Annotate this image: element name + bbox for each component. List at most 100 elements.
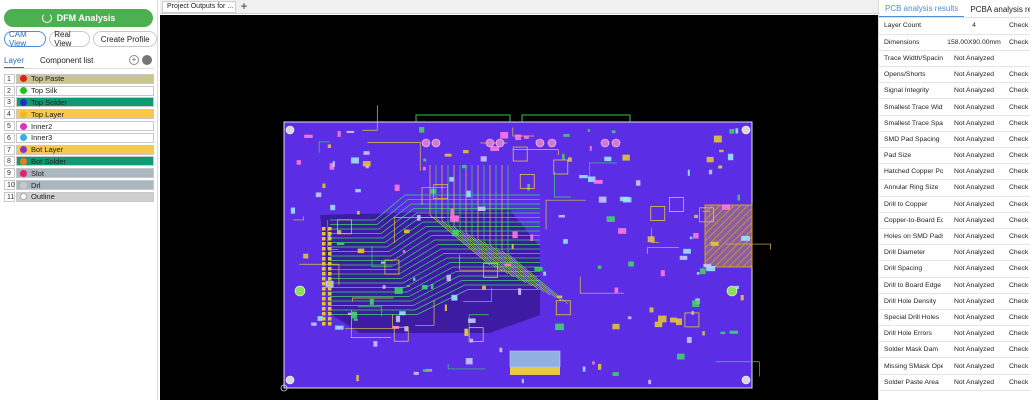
layer-row[interactable]: 2 Top Silk [4,85,154,97]
check-button[interactable]: Check [1005,357,1030,375]
check-button[interactable]: Check [1005,212,1030,229]
layer-body[interactable]: Top Solder [16,97,154,108]
check-button[interactable]: Check [1005,293,1030,310]
check-name: Special Drill Holes [879,309,943,327]
check-button[interactable]: Check [1005,325,1030,343]
layer-row[interactable]: 4 Top Layer [4,108,154,120]
layer-color-dot[interactable] [20,122,27,130]
layer-name: Outline [31,192,55,202]
layer-name: Slot [31,168,44,178]
check-button[interactable]: Check [1005,98,1030,116]
check-button[interactable]: Check [1005,163,1030,181]
add-tab-icon[interactable]: + [238,0,250,13]
layer-body[interactable]: Top Layer [16,109,154,120]
layer-color-dot[interactable] [20,181,27,189]
result-row: Smallest Trace Width Not Analyzed Check [879,98,1030,116]
check-value: Not Analyzed [943,325,1005,343]
check-button[interactable]: Check [1005,18,1030,35]
check-value: Not Analyzed [943,357,1005,375]
check-button[interactable]: Check [1005,309,1030,327]
check-value: Not Analyzed [943,50,1005,68]
layer-color-dot[interactable] [20,146,27,154]
layer-body[interactable]: Slot [16,168,154,179]
layer-color-dot[interactable] [20,193,27,201]
check-button[interactable]: Check [1005,82,1030,100]
dfm-analysis-button[interactable]: DFM Analysis [4,9,153,27]
check-button[interactable] [1005,50,1030,68]
result-row: Opens/Shorts Not Analyzed Check [879,66,1030,84]
layer-number: 5 [4,121,15,132]
layer-body[interactable]: Top Paste [16,73,154,84]
result-row: Hatched Copper PourNot AnalyzedCheck [879,163,1030,181]
layer-body[interactable]: Top Silk [16,85,154,96]
layer-body[interactable]: Drl [16,180,154,191]
layer-tabs: Layer Component list + [4,55,154,69]
check-button[interactable]: Check [1005,131,1030,149]
layer-number: 6 [4,132,15,143]
result-row: Solder Mask Dam Not Analyzed Check [879,341,1030,359]
pcb-canvas[interactable] [160,15,878,400]
check-value: Not Analyzed [943,374,1005,391]
layer-color-dot[interactable] [20,157,27,165]
layer-body[interactable]: Inner2 [16,121,154,132]
layer-color-dot[interactable] [20,87,27,95]
check-value: Not Analyzed [943,115,1005,132]
layers-icon[interactable] [142,55,152,65]
layer-color-dot[interactable] [20,98,27,106]
layer-row[interactable]: 9 Slot [4,167,154,179]
real-view-button[interactable]: Real View [49,30,91,48]
check-value: Not Analyzed [943,341,1005,359]
check-button[interactable]: Check [1005,147,1030,165]
result-row: Smallest Trace SpacingNot AnalyzedCheck [879,115,1030,132]
check-button[interactable]: Check [1005,244,1030,262]
layer-row[interactable]: 1 Top Paste [4,73,154,85]
tab-layer[interactable]: Layer [4,56,25,68]
layer-body[interactable]: Bot Solder [16,156,154,167]
layer-color-dot[interactable] [20,169,27,177]
check-button[interactable]: Check [1005,260,1030,278]
check-button[interactable]: Check [1005,228,1030,246]
layer-body[interactable]: Bot Layer [16,144,154,155]
check-button[interactable]: Check [1005,66,1030,84]
check-button[interactable]: Check [1005,196,1030,213]
check-button[interactable]: Check [1005,341,1030,359]
result-row: Special Drill Holes Not Analyzed Check [879,309,1030,327]
check-name: Drill Hole Density [879,293,943,310]
tab-pcba-results[interactable]: PCBA analysis results [964,5,1030,17]
layer-color-dot[interactable] [20,75,27,83]
layer-row[interactable]: 6 Inner3 [4,132,154,144]
add-circle-icon[interactable]: + [129,55,139,65]
layer-body[interactable]: Inner3 [16,132,154,143]
check-button[interactable]: Check [1005,277,1030,294]
layer-body[interactable]: Outline [16,191,154,202]
tab-component-list[interactable]: Component list [40,56,93,67]
layer-row[interactable]: 3 Top Solder [4,97,154,109]
view-toggle: CAM View Real View Create Profile [4,30,157,48]
check-value: 158.00X90.00mm [943,34,1005,51]
layer-name: Top Solder [31,97,67,107]
result-row: Pad Size Not Analyzed Check [879,147,1030,165]
layer-list: 1 Top Paste 2 Top Silk 3 Top Solder 4 Top Layer… [4,73,154,203]
layer-row[interactable]: 7 Bot Layer [4,144,154,156]
check-name: SMD Pad Spacing [879,131,943,149]
layer-color-dot[interactable] [20,110,27,118]
check-button[interactable]: Check [1005,115,1030,132]
app-window: DFM Analysis CAM View Real View Create P… [0,0,1030,400]
check-button[interactable]: Check [1005,179,1030,197]
check-name: Smallest Trace Spacing [879,115,943,132]
layer-row[interactable]: 10 Drl [4,179,154,191]
layer-color-dot[interactable] [20,134,27,142]
layer-row[interactable]: 5 Inner2 [4,120,154,132]
layer-row[interactable]: 11 Outline [4,191,154,203]
create-profile-button[interactable]: Create Profile [93,31,157,47]
cam-view-button[interactable]: CAM View [4,30,47,48]
check-name: Smallest Trace Width [879,98,943,116]
check-value: Not Analyzed [943,163,1005,181]
result-row: Annular Ring Size Not Analyzed Check [879,179,1030,197]
layer-row[interactable]: 8 Bot Solder [4,156,154,168]
tab-project-outputs[interactable]: Project Outputs for ... [162,1,236,13]
tab-pcb-results[interactable]: PCB analysis results [879,4,965,17]
check-name: Hatched Copper Pour [879,163,943,181]
check-button[interactable]: Check [1005,374,1030,391]
check-button[interactable]: Check [1005,34,1030,51]
